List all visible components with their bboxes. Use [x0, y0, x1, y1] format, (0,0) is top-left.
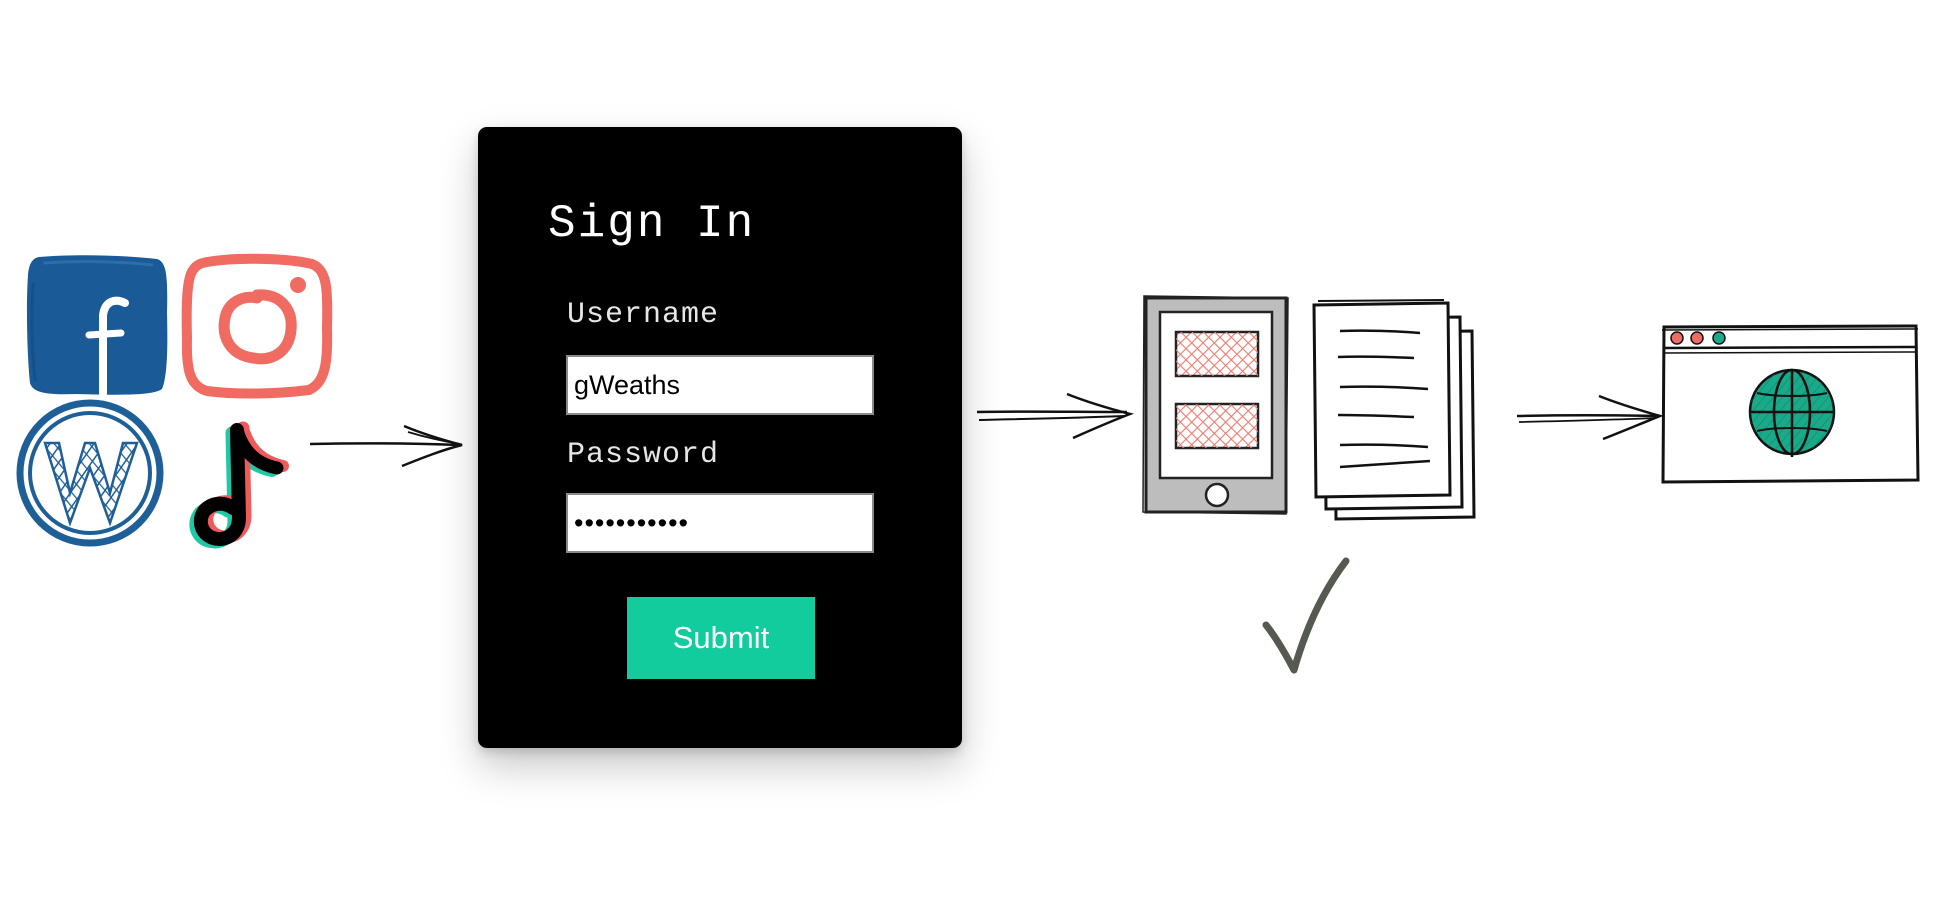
arrow-right-icon [309, 424, 463, 468]
submit-button[interactable]: Submit [627, 597, 815, 679]
window-minimize-dot [1690, 331, 1704, 345]
signin-card: Sign In Username Password Submit [478, 127, 962, 748]
password-label: Password [567, 438, 720, 472]
tiktok-icon [189, 421, 289, 549]
window-maximize-dot [1712, 331, 1726, 345]
username-field[interactable] [566, 355, 874, 415]
documents-icon [1312, 299, 1476, 521]
window-close-dot [1670, 331, 1684, 345]
arrow-right-icon [976, 392, 1135, 440]
username-label: Username [567, 298, 720, 332]
arrow-right-icon [1516, 394, 1664, 441]
checkmark-icon [1262, 557, 1350, 674]
facebook-icon [26, 255, 168, 397]
tablet-icon [1142, 295, 1289, 515]
signin-title: Sign In [548, 198, 756, 250]
globe-icon [1748, 368, 1836, 457]
wordpress-icon [16, 399, 164, 547]
instagram-icon [181, 253, 333, 399]
password-field[interactable] [566, 493, 874, 553]
social-icons-group [15, 248, 335, 549]
